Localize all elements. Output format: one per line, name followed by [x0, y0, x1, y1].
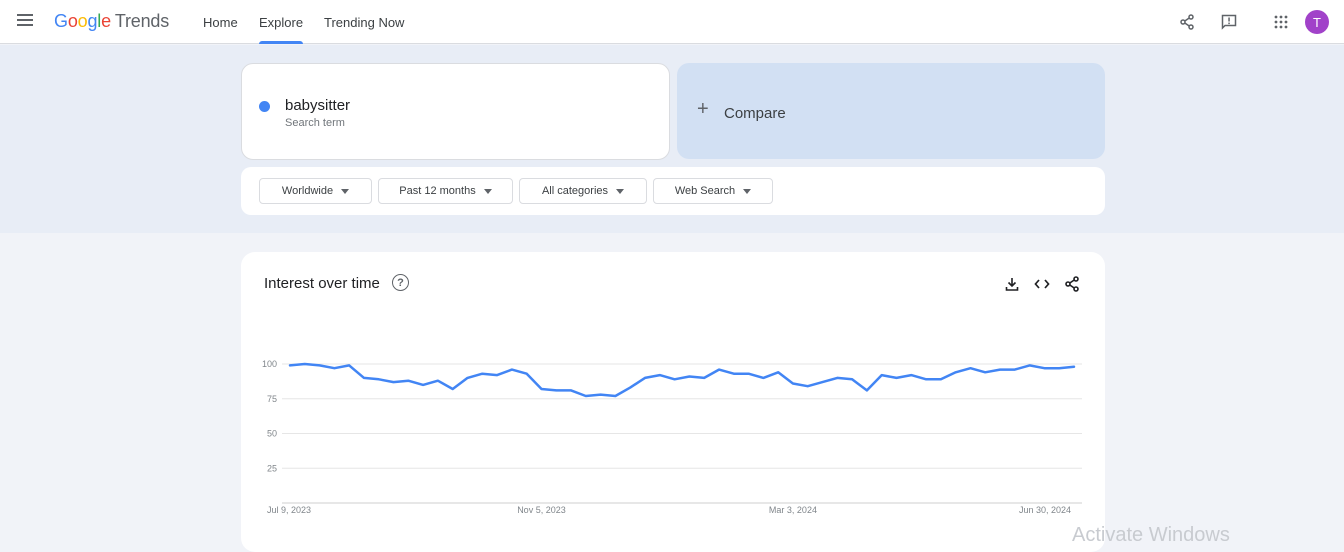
series-line-babysitter — [290, 364, 1074, 396]
x-tick-label: Jun 30, 2024 — [1019, 505, 1071, 515]
x-tick-label: Mar 3, 2024 — [769, 505, 817, 515]
interest-line-chart[interactable]: 25 50 75 100 Jul 9, 2023 Nov 5, 2023 Mar 3, 20… — [0, 0, 1344, 534]
x-tick-label: Nov 5, 2023 — [517, 505, 566, 515]
y-tick-label: 25 — [267, 463, 277, 473]
x-tick-label: Jul 9, 2023 — [267, 505, 311, 515]
y-tick-label: 75 — [267, 394, 277, 404]
y-tick-label: 50 — [267, 429, 277, 439]
y-tick-label: 100 — [262, 359, 277, 369]
activate-windows-watermark: Activate Windows — [1072, 524, 1230, 547]
